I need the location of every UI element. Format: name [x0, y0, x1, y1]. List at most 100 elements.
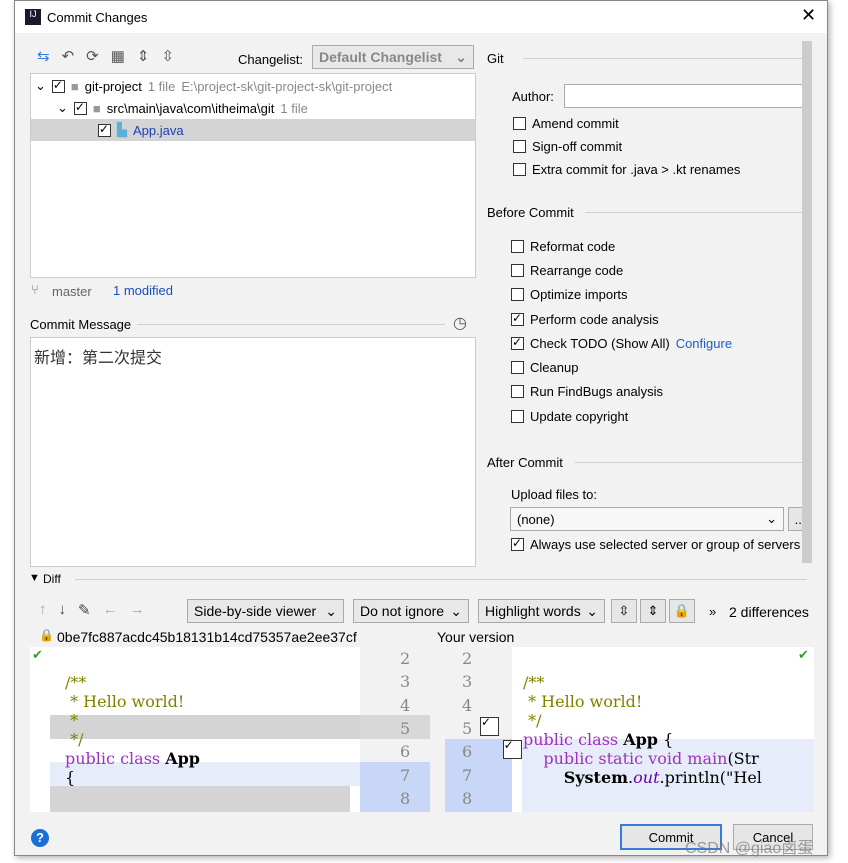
- right-line-number: 2: [462, 649, 473, 668]
- checkbox[interactable]: [511, 335, 524, 350]
- forward-icon[interactable]: →: [130, 601, 145, 619]
- edit-icon[interactable]: ✎: [78, 601, 91, 619]
- window-title: Commit Changes: [47, 10, 148, 25]
- checkbox[interactable]: [511, 288, 524, 302]
- before-commit-option[interactable]: Optimize imports: [511, 283, 732, 307]
- left-line-number: 7: [400, 765, 411, 785]
- checkbox[interactable]: [51, 78, 65, 93]
- java-file-icon: ▙: [117, 122, 127, 137]
- collapse-diff-icon[interactable]: ▼: [29, 572, 40, 584]
- after-commit-label: After Commit: [487, 455, 563, 470]
- include-change-checkbox[interactable]: [480, 715, 499, 736]
- ignore-select[interactable]: Do not ignore ⌄: [353, 599, 469, 623]
- changes-tree: ⌄■git-project1 fileE:\project-sk\git-pro…: [30, 73, 476, 278]
- tree-node-package[interactable]: ⌄■src\main\java\com\itheima\git1 file: [57, 97, 308, 119]
- diff-label: Diff: [43, 572, 61, 586]
- left-line-number: 3: [400, 672, 411, 692]
- more-icon[interactable]: »: [709, 604, 716, 619]
- right-line-number: 5: [462, 718, 473, 738]
- changelist-select[interactable]: Default Changelist ⌄: [312, 45, 474, 69]
- folder-icon: ■: [70, 78, 79, 94]
- differences-count: 2 differences: [729, 604, 809, 620]
- amend-commit-checkbox[interactable]: Amend commit: [513, 112, 740, 134]
- changelist-value: Default Changelist: [319, 49, 442, 65]
- upload-select[interactable]: (none) ⌄: [510, 507, 784, 531]
- chevron-down-icon: ⌄: [766, 511, 777, 526]
- collapse-unchanged-icon[interactable]: ⇳: [611, 599, 637, 623]
- before-commit-option[interactable]: Perform code analysis: [511, 307, 732, 331]
- tree-node-file[interactable]: ▙App.java: [31, 119, 475, 141]
- before-commit-option[interactable]: Check TODO (Show All)Configure: [511, 331, 732, 355]
- before-commit-option[interactable]: Rearrange code: [511, 258, 732, 282]
- right-line-number: 6: [462, 742, 473, 762]
- left-line-number: 2: [400, 649, 411, 668]
- left-line-number: 8: [400, 788, 411, 808]
- right-line-number: 3: [462, 672, 473, 692]
- always-use-checkbox[interactable]: Always use selected server or group of s…: [511, 533, 800, 555]
- folder-icon: ■: [92, 100, 101, 116]
- branch-name: master: [52, 284, 92, 299]
- right-line-number: 8: [462, 788, 473, 808]
- before-commit-option[interactable]: Run FindBugs analysis: [511, 380, 732, 404]
- right-line-number: 4: [462, 695, 473, 715]
- check-icon: ✔: [32, 647, 43, 662]
- include-change-checkbox[interactable]: [502, 738, 522, 759]
- collapse-all-icon[interactable]: ⇳: [162, 47, 175, 65]
- author-input[interactable]: [564, 84, 810, 108]
- changelist-label: Changelist:: [238, 52, 304, 67]
- close-icon[interactable]: ✕: [801, 5, 816, 26]
- help-icon[interactable]: ?: [31, 829, 49, 847]
- title-bar: IJ Commit Changes ✕: [15, 1, 827, 33]
- diff-viewer[interactable]: ✔ ✔ /** * Hello world! * */ public class…: [30, 647, 814, 812]
- next-diff-icon[interactable]: ↓: [59, 601, 67, 619]
- sign-off-checkbox[interactable]: Sign-off commit: [513, 135, 740, 157]
- tree-node-project[interactable]: ⌄■git-project1 fileE:\project-sk\git-pro…: [35, 75, 392, 97]
- author-label: Author:: [512, 89, 554, 104]
- refresh-icon[interactable]: ⟳: [86, 47, 99, 65]
- expand-all-icon[interactable]: ⇕: [137, 47, 150, 65]
- chevron-down-icon: ⌄: [455, 48, 467, 65]
- lock-icon[interactable]: 🔒: [669, 599, 695, 623]
- left-revision: 0be7fc887acdc45b18131b14cd75357ae2ee37cf: [57, 629, 357, 645]
- left-line-number: 5: [400, 718, 411, 738]
- extra-commit-checkbox[interactable]: Extra commit for .java > .kt renames: [513, 158, 740, 180]
- before-commit-option[interactable]: Reformat code: [511, 234, 732, 258]
- show-diff-icon[interactable]: ⇆: [37, 47, 50, 65]
- right-line-number: 7: [462, 765, 473, 785]
- branch-icon: ⑂: [31, 282, 39, 297]
- modified-link[interactable]: 1 modified: [113, 283, 173, 298]
- commit-dialog: IJ Commit Changes ✕ ⇆ ↶ ⟳ ▦ ⇕ ⇳ Changeli…: [14, 0, 828, 857]
- prev-diff-icon[interactable]: ↑: [39, 601, 47, 619]
- rollback-icon[interactable]: ↶: [62, 47, 75, 65]
- checkbox[interactable]: [511, 263, 524, 277]
- checkbox[interactable]: [511, 239, 524, 253]
- check-icon: ✔: [798, 647, 809, 662]
- configure-link[interactable]: Configure: [676, 336, 732, 351]
- back-icon[interactable]: ←: [103, 601, 118, 619]
- watermark: CSDN @giao卤蛋: [685, 840, 814, 857]
- group-by-icon[interactable]: ▦: [111, 47, 125, 65]
- upload-label: Upload files to:: [511, 487, 597, 502]
- checkbox[interactable]: [511, 385, 524, 399]
- commit-message-input[interactable]: 新增：第二次提交: [30, 337, 476, 567]
- scrollbar[interactable]: [802, 41, 812, 563]
- app-icon: IJ: [25, 9, 41, 25]
- checkbox[interactable]: [73, 100, 87, 115]
- history-icon[interactable]: ◷: [453, 313, 467, 333]
- before-commit-label: Before Commit: [487, 205, 574, 220]
- checkbox[interactable]: [511, 311, 524, 326]
- viewer-select[interactable]: Side-by-side viewer ⌄: [187, 599, 344, 623]
- checkbox[interactable]: [98, 122, 111, 137]
- left-line-number: 6: [400, 742, 411, 762]
- checkbox[interactable]: [511, 361, 524, 375]
- highlight-select[interactable]: Highlight words ⌄: [478, 599, 605, 623]
- git-section-label: Git: [487, 51, 504, 66]
- left-line-number: 4: [400, 695, 411, 715]
- right-title: Your version: [437, 629, 515, 645]
- checkbox[interactable]: [511, 409, 524, 423]
- commit-message-label: Commit Message: [30, 317, 132, 332]
- lock-icon: 🔒: [39, 628, 54, 642]
- sync-scroll-icon[interactable]: ⇕: [640, 599, 666, 623]
- before-commit-option[interactable]: Update copyright: [511, 404, 732, 428]
- before-commit-option[interactable]: Cleanup: [511, 355, 732, 379]
